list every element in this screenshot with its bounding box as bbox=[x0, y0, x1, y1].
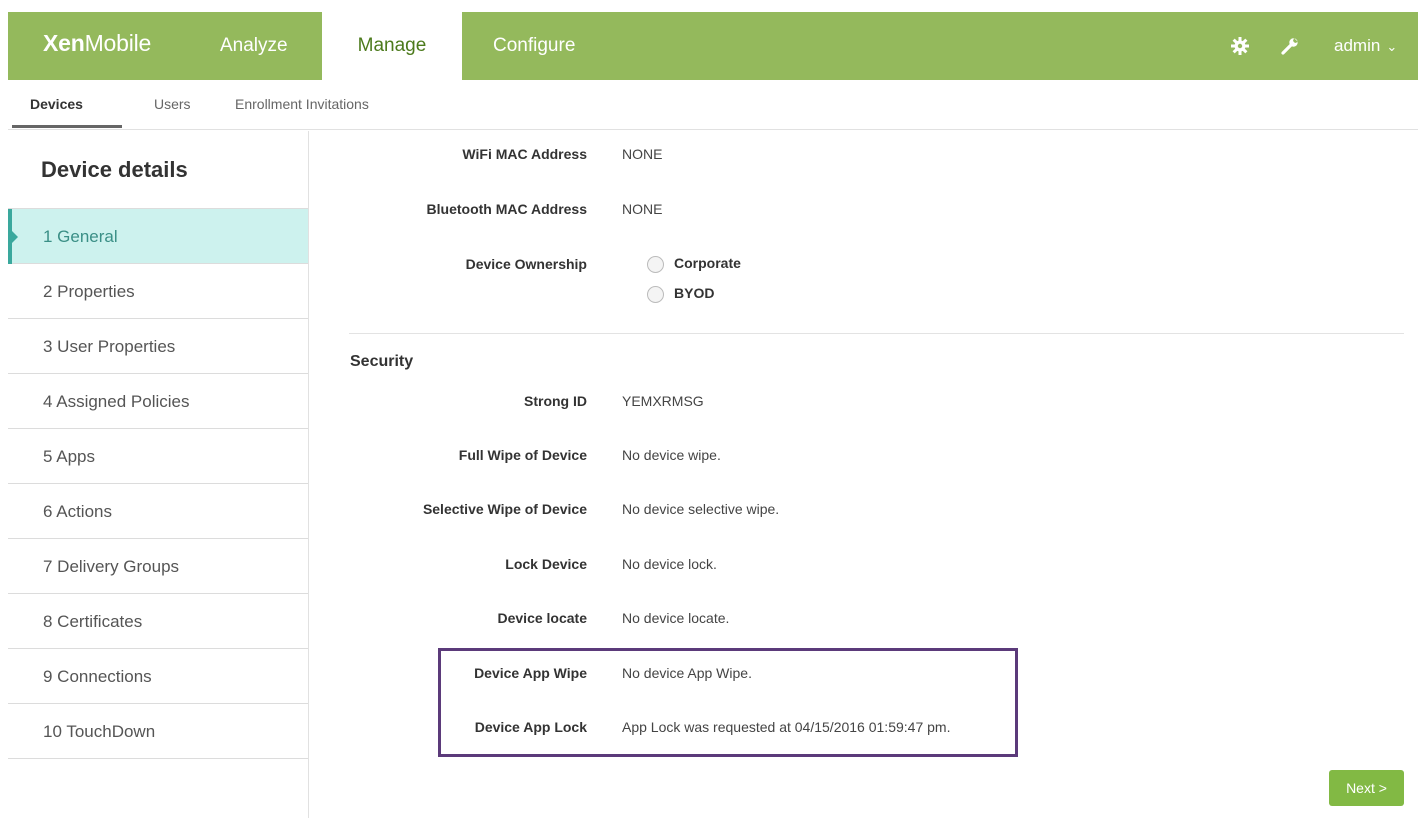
wrench-icon[interactable] bbox=[1280, 36, 1300, 56]
corporate-label: Corporate bbox=[674, 255, 741, 271]
strong-id-value: YEMXRMSG bbox=[622, 393, 704, 409]
top-navigation-bar: XenMobile Analyze Manage Configure admin… bbox=[8, 12, 1418, 82]
step-delivery-groups[interactable]: 7 Delivery Groups bbox=[8, 539, 308, 594]
bluetooth-mac-label: Bluetooth MAC Address bbox=[426, 201, 587, 217]
lock-device-label: Lock Device bbox=[505, 556, 587, 572]
selective-wipe-label: Selective Wipe of Device bbox=[422, 501, 587, 517]
device-details-sidebar: Device details 1 General 2 Properties 3 … bbox=[8, 131, 309, 818]
step-touchdown[interactable]: 10 TouchDown bbox=[8, 704, 308, 759]
bluetooth-mac-value: NONE bbox=[622, 201, 663, 217]
step-general[interactable]: 1 General bbox=[8, 209, 308, 264]
lock-device-row: Lock Device bbox=[300, 556, 587, 580]
step-user-properties[interactable]: 3 User Properties bbox=[8, 319, 308, 374]
wifi-mac-row: WiFi MAC Address bbox=[300, 146, 587, 170]
sidebar-title: Device details bbox=[41, 157, 188, 182]
step-properties[interactable]: 2 Properties bbox=[8, 264, 308, 319]
wifi-mac-label: WiFi MAC Address bbox=[462, 146, 587, 162]
logo-light-text: Mobile bbox=[84, 30, 152, 56]
device-ownership-label: Device Ownership bbox=[465, 256, 587, 272]
full-wipe-label: Full Wipe of Device bbox=[458, 447, 587, 463]
admin-menu[interactable]: admin ⌄ bbox=[1334, 12, 1397, 81]
nav-analyze[interactable]: Analyze bbox=[220, 12, 288, 80]
device-locate-value: No device locate. bbox=[622, 610, 730, 626]
strong-id-row: Strong ID bbox=[300, 393, 587, 417]
byod-radio[interactable] bbox=[647, 285, 664, 303]
full-wipe-row: Full Wipe of Device bbox=[300, 447, 587, 471]
device-locate-label: Device locate bbox=[497, 610, 588, 626]
step-apps[interactable]: 5 Apps bbox=[8, 429, 308, 484]
step-actions[interactable]: 6 Actions bbox=[8, 484, 308, 539]
corporate-radio[interactable] bbox=[647, 255, 664, 273]
logo-bold-text: Xen bbox=[43, 30, 85, 56]
subtab-users[interactable]: Users bbox=[154, 96, 191, 112]
chevron-down-icon: ⌄ bbox=[1386, 39, 1398, 54]
bluetooth-mac-row: Bluetooth MAC Address bbox=[300, 201, 587, 225]
gear-icon[interactable] bbox=[1230, 36, 1250, 56]
highlight-annotation-box bbox=[438, 648, 1018, 757]
strong-id-label: Strong ID bbox=[524, 393, 587, 409]
step-certificates[interactable]: 8 Certificates bbox=[8, 594, 308, 649]
next-button[interactable]: Next > bbox=[1329, 770, 1404, 806]
full-wipe-value: No device wipe. bbox=[622, 447, 721, 463]
ownership-corporate-option[interactable]: Corporate bbox=[647, 255, 741, 273]
sub-navigation: Devices Users Enrollment Invitations bbox=[8, 80, 1418, 130]
security-section-title: Security bbox=[350, 353, 414, 370]
subtab-devices[interactable]: Devices bbox=[30, 96, 83, 112]
nav-manage[interactable]: Manage bbox=[322, 12, 462, 82]
nav-configure[interactable]: Configure bbox=[493, 12, 575, 80]
byod-label: BYOD bbox=[674, 285, 715, 301]
device-ownership-row: Device Ownership bbox=[300, 256, 587, 280]
active-step-marker bbox=[12, 231, 18, 243]
step-label: 1 General bbox=[43, 227, 118, 246]
steps-list: 1 General 2 Properties 3 User Properties… bbox=[8, 208, 308, 759]
selective-wipe-value: No device selective wipe. bbox=[622, 501, 780, 517]
lock-device-value: No device lock. bbox=[622, 556, 717, 572]
subtab-enrollment-invitations[interactable]: Enrollment Invitations bbox=[235, 96, 369, 112]
selective-wipe-row: Selective Wipe of Device bbox=[300, 501, 587, 525]
admin-label: admin bbox=[1334, 36, 1381, 55]
device-locate-row: Device locate bbox=[300, 610, 588, 634]
ownership-byod-option[interactable]: BYOD bbox=[647, 285, 714, 303]
step-connections[interactable]: 9 Connections bbox=[8, 649, 308, 704]
section-divider bbox=[349, 333, 1404, 334]
wifi-mac-value: NONE bbox=[622, 146, 663, 162]
active-tab-underline bbox=[12, 125, 122, 128]
xenmobile-logo[interactable]: XenMobile bbox=[43, 30, 151, 57]
step-assigned-policies[interactable]: 4 Assigned Policies bbox=[8, 374, 308, 429]
